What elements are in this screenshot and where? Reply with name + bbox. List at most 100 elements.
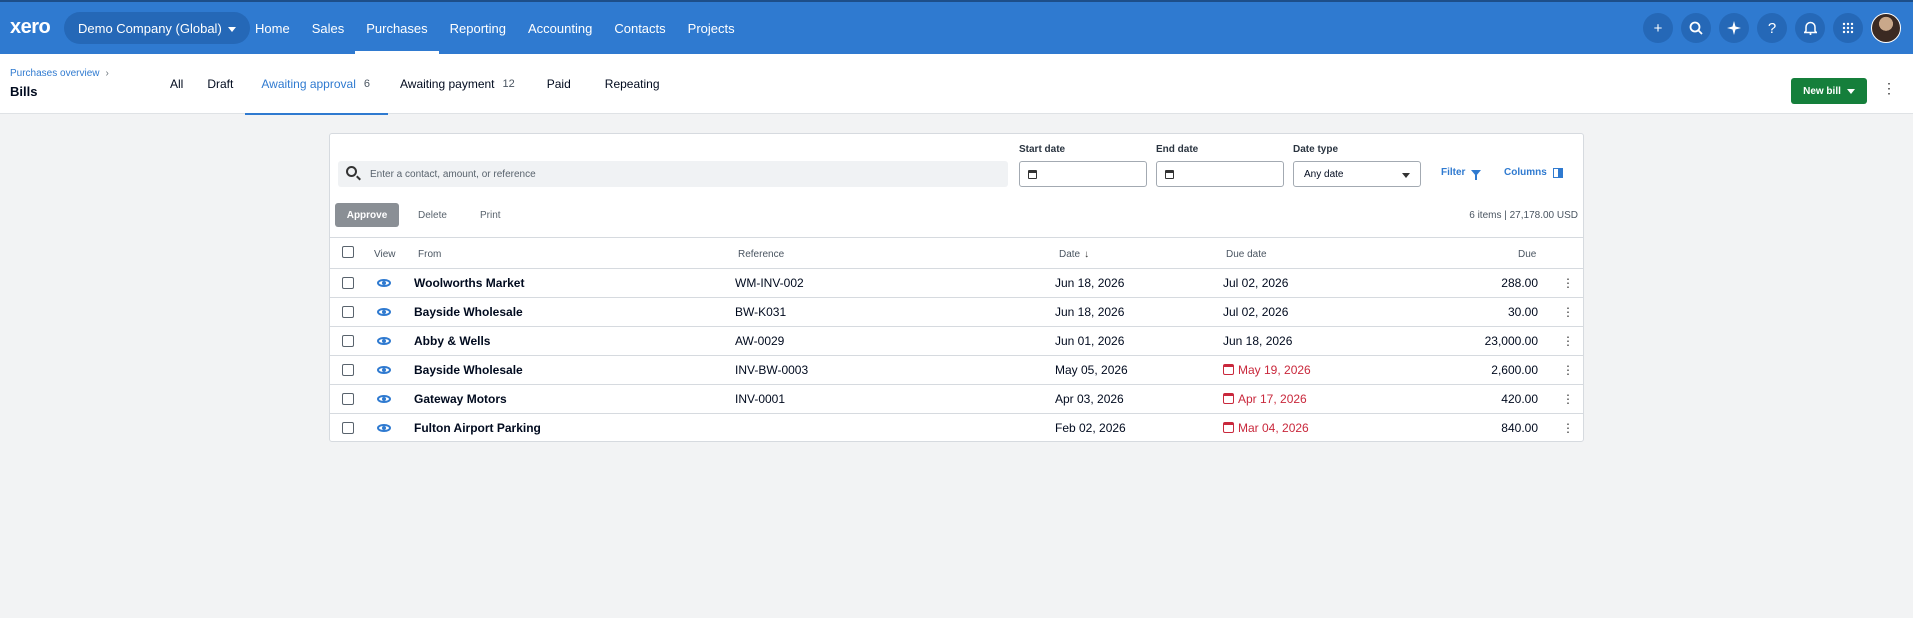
top-nav: xero Demo Company (Global) Home Sales Pu… <box>0 0 1913 54</box>
overdue-calendar-icon <box>1223 422 1234 433</box>
funnel-icon <box>1471 169 1482 180</box>
date-type-label: Date type <box>1293 144 1339 155</box>
row-checkbox[interactable] <box>342 393 354 405</box>
tab-label: Repeating <box>604 77 660 91</box>
eye-icon[interactable] <box>377 395 391 403</box>
tab-paid[interactable]: Paid <box>527 54 583 114</box>
nav-projects[interactable]: Projects <box>677 2 746 54</box>
eye-icon[interactable] <box>377 337 391 345</box>
row-reference: WM-INV-002 <box>735 276 804 290</box>
row-more-icon[interactable]: ⋮ <box>1562 306 1574 318</box>
row-due-date: May 19, 2026 <box>1223 363 1311 377</box>
nav-sales[interactable]: Sales <box>301 2 356 54</box>
row-checkbox[interactable] <box>342 364 354 376</box>
row-date: Jun 18, 2026 <box>1055 305 1125 319</box>
eye-icon[interactable] <box>377 366 391 374</box>
filter-button[interactable]: Filter <box>1441 167 1482 180</box>
table-row[interactable]: Bayside Wholesale INV-BW-0003 May 05, 2026… <box>330 356 1583 385</box>
new-bill-button[interactable]: New bill <box>1791 78 1867 104</box>
print-button[interactable]: Print <box>480 203 501 227</box>
col-reference[interactable]: Reference <box>738 249 784 260</box>
eye-icon[interactable] <box>377 424 391 432</box>
nav-purchases[interactable]: Purchases <box>355 2 440 54</box>
row-checkbox[interactable] <box>342 335 354 347</box>
select-all-checkbox[interactable] <box>342 246 354 258</box>
row-due-amount: 23,000.00 <box>1484 334 1538 348</box>
col-due[interactable]: Due <box>1518 249 1536 260</box>
col-from[interactable]: From <box>418 249 441 260</box>
calendar-icon <box>1165 170 1174 179</box>
row-from[interactable]: Bayside Wholesale <box>414 363 523 377</box>
columns-label: Columns <box>1504 167 1547 178</box>
row-reference: AW-0029 <box>735 334 785 348</box>
row-checkbox[interactable] <box>342 277 354 289</box>
row-more-icon[interactable]: ⋮ <box>1562 277 1574 289</box>
tab-all[interactable]: All <box>158 54 195 114</box>
row-more-icon[interactable]: ⋮ <box>1562 364 1574 376</box>
row-checkbox[interactable] <box>342 306 354 318</box>
breadcrumb-purchases-overview[interactable]: Purchases overview <box>10 68 99 79</box>
avatar[interactable] <box>1871 13 1901 43</box>
nav-contacts[interactable]: Contacts <box>603 2 676 54</box>
sparkle-icon[interactable] <box>1719 13 1749 43</box>
nav-actions: + ? <box>1643 2 1913 54</box>
tab-label: Paid <box>546 77 571 91</box>
columns-button[interactable]: Columns <box>1504 167 1563 178</box>
org-switcher[interactable]: Demo Company (Global) <box>64 12 250 44</box>
col-date-label: Date <box>1059 249 1081 260</box>
apps-grid-icon[interactable] <box>1833 13 1863 43</box>
row-due-amount: 840.00 <box>1501 421 1538 435</box>
search-icon[interactable] <box>1681 13 1711 43</box>
more-options-icon[interactable]: ⋮ <box>1882 80 1896 97</box>
tab-draft[interactable]: Draft <box>195 54 245 114</box>
eye-icon[interactable] <box>377 308 391 316</box>
approve-button[interactable]: Approve <box>335 203 399 227</box>
date-type-select[interactable]: Any date <box>1293 161 1421 187</box>
row-checkbox[interactable] <box>342 422 354 434</box>
row-from[interactable]: Woolworths Market <box>414 276 524 290</box>
start-date-field[interactable] <box>1019 161 1147 187</box>
col-date[interactable]: Date ↓ <box>1059 249 1089 260</box>
row-from[interactable]: Fulton Airport Parking <box>414 421 541 435</box>
search-icon <box>346 166 357 177</box>
bell-icon[interactable] <box>1795 13 1825 43</box>
table-row[interactable]: Woolworths Market WM-INV-002 Jun 18, 2026 J… <box>330 269 1583 298</box>
nav-accounting[interactable]: Accounting <box>517 2 603 54</box>
row-more-icon[interactable]: ⋮ <box>1562 422 1574 434</box>
plus-icon[interactable]: + <box>1643 13 1673 43</box>
tab-label: All <box>170 77 184 91</box>
tab-label: Draft <box>207 77 234 91</box>
row-from[interactable]: Gateway Motors <box>414 392 507 406</box>
row-due-date-text: Jun 18, 2026 <box>1223 334 1293 348</box>
overdue-calendar-icon <box>1223 393 1234 404</box>
overdue-calendar-icon <box>1223 364 1234 375</box>
delete-button[interactable]: Delete <box>418 203 447 227</box>
table-row[interactable]: Abby & Wells AW-0029 Jun 01, 2026 Jun 18, 2… <box>330 327 1583 356</box>
page-title: Bills <box>10 84 38 99</box>
row-due-date-text: Mar 04, 2026 <box>1238 421 1309 435</box>
xero-logo[interactable]: xero <box>10 16 51 39</box>
row-due-amount: 2,600.00 <box>1491 363 1538 377</box>
end-date-field[interactable] <box>1156 161 1284 187</box>
help-icon[interactable]: ? <box>1757 13 1787 43</box>
row-from[interactable]: Bayside Wholesale <box>414 305 523 319</box>
page-header: Purchases overview › Bills All Draft Awai… <box>0 54 1913 115</box>
chevron-down-icon <box>1846 88 1855 94</box>
row-more-icon[interactable]: ⋮ <box>1562 393 1574 405</box>
search-input[interactable] <box>370 161 990 187</box>
table-row[interactable]: Gateway Motors INV-0001 Apr 03, 2026 Apr 17… <box>330 385 1583 414</box>
tab-repeating[interactable]: Repeating <box>583 54 672 114</box>
columns-icon <box>1552 167 1563 178</box>
row-more-icon[interactable]: ⋮ <box>1562 335 1574 347</box>
table-row[interactable]: Bayside Wholesale BW-K031 Jun 18, 2026 Jul … <box>330 298 1583 327</box>
row-from[interactable]: Abby & Wells <box>414 334 490 348</box>
tab-label: Awaiting payment <box>400 77 495 91</box>
nav-reporting[interactable]: Reporting <box>439 2 517 54</box>
tab-awaiting-payment[interactable]: Awaiting payment 12 <box>388 54 527 114</box>
table-row[interactable]: Fulton Airport Parking Feb 02, 2026 Mar 04… <box>330 414 1583 443</box>
eye-icon[interactable] <box>377 279 391 287</box>
nav-home[interactable]: Home <box>244 2 301 54</box>
table-header: View From Reference Date ↓ Due date Due <box>330 237 1583 269</box>
tab-awaiting-approval[interactable]: Awaiting approval 6 <box>245 54 388 115</box>
col-due-date[interactable]: Due date <box>1226 249 1267 260</box>
